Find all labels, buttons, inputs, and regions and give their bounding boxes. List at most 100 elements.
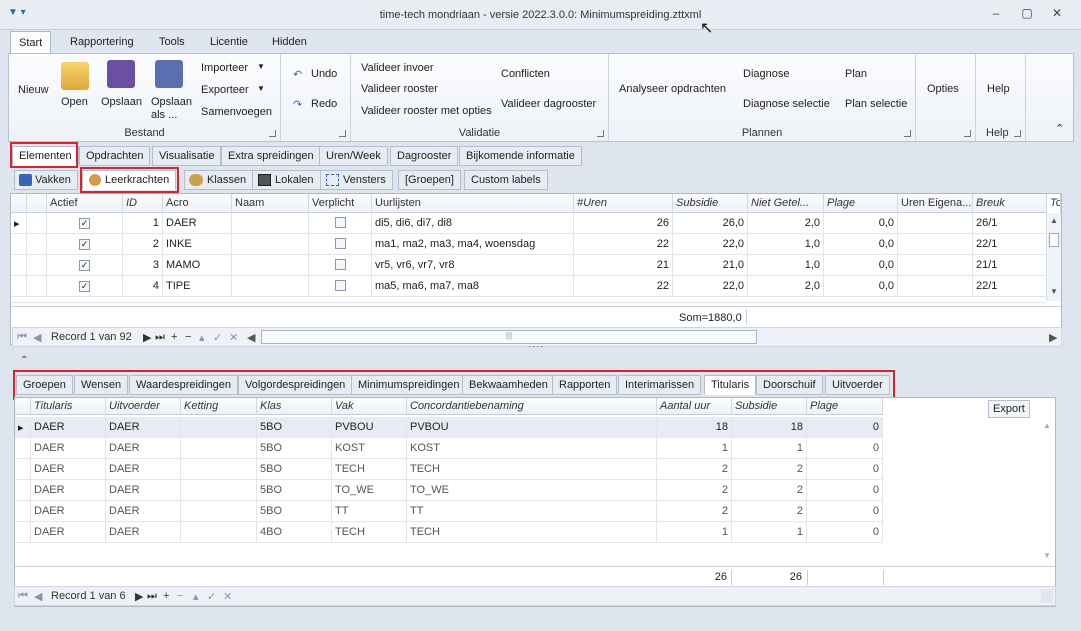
tab-rapporten[interactable]: Rapporten xyxy=(552,375,618,395)
confirm-icon[interactable]: ✓ xyxy=(207,590,216,603)
column-header[interactable]: Niet Getel... xyxy=(748,194,824,213)
tab-start[interactable]: Start xyxy=(10,31,52,54)
first-record-icon[interactable]: ⏮ xyxy=(18,590,28,603)
tab-custom-labels[interactable]: Custom labels xyxy=(464,170,548,190)
column-header[interactable]: Ketting xyxy=(181,398,257,415)
column-header[interactable]: ID xyxy=(123,194,163,213)
samenvoegen-button[interactable]: Samenvoegen xyxy=(201,106,272,118)
tab-lokalen[interactable]: Lokalen xyxy=(252,170,321,190)
scroll-thumb[interactable] xyxy=(1049,233,1059,247)
move-up-icon[interactable]: ▴ xyxy=(193,590,199,603)
checkbox[interactable] xyxy=(334,217,346,228)
open-button[interactable]: Open xyxy=(61,96,88,108)
tab-licentie[interactable]: Licentie xyxy=(202,34,256,53)
row-indicator[interactable] xyxy=(15,459,31,480)
opslaan-als-button[interactable]: Opslaan als ... xyxy=(151,96,197,122)
tab-tools[interactable]: Tools xyxy=(151,34,193,53)
scroll-up-icon[interactable]: ▲ xyxy=(1043,421,1051,430)
checkbox[interactable] xyxy=(334,280,346,291)
row-indicator[interactable]: ▸ xyxy=(15,417,31,438)
confirm-icon[interactable]: ✓ xyxy=(213,331,222,344)
tab-visualisatie[interactable]: Visualisatie xyxy=(152,146,222,166)
tab-groepen[interactable]: [Groepen] xyxy=(398,170,461,190)
checkbox[interactable]: ✓ xyxy=(79,260,90,271)
first-record-icon[interactable]: ⏮ xyxy=(17,331,27,344)
move-up-icon[interactable]: ▴ xyxy=(199,331,205,344)
column-header[interactable]: Aantal uur xyxy=(657,398,732,415)
tab-klassen[interactable]: Klassen xyxy=(184,170,254,190)
delete-record-icon[interactable]: − xyxy=(185,331,191,343)
launcher-icon[interactable] xyxy=(597,130,604,137)
export-button[interactable]: Export xyxy=(988,400,1030,418)
column-header[interactable]: Actief xyxy=(47,194,123,213)
column-header[interactable]: Plage xyxy=(807,398,883,415)
importeer-button[interactable]: Importeer xyxy=(201,62,248,74)
tab-leerkrachten[interactable]: Leerkrachten xyxy=(82,170,177,190)
column-header[interactable]: Plage xyxy=(824,194,898,213)
prev-record-icon[interactable]: ◀ xyxy=(33,331,41,344)
checkbox[interactable]: ✓ xyxy=(79,281,90,292)
last-record-icon[interactable]: ⏭ xyxy=(147,590,157,603)
nieuw-button[interactable]: Nieuw xyxy=(18,84,49,96)
diagnose-selectie-button[interactable]: Diagnose selectie xyxy=(743,98,830,110)
tab-volgordespreidingen[interactable]: Volgordespreidingen xyxy=(238,375,353,395)
table-row[interactable]: ✓ 2 INKE ma1, ma2, ma3, ma4, woensdag 22 22,0… xyxy=(11,234,1047,255)
launcher-icon[interactable] xyxy=(1014,130,1021,137)
column-header[interactable]: Uurlijsten xyxy=(372,194,574,213)
row-indicator[interactable] xyxy=(11,255,27,276)
plan-selectie-button[interactable]: Plan selectie xyxy=(845,98,907,110)
minimize-button[interactable]: – xyxy=(985,6,1007,24)
column-header[interactable]: Verplicht xyxy=(309,194,372,213)
tab-bekwaamheden[interactable]: Bekwaamheden xyxy=(462,375,555,395)
cell-verplicht[interactable] xyxy=(309,255,372,276)
conflicten-button[interactable]: Conflicten xyxy=(501,68,550,80)
table-row[interactable]: DAER DAER 4BO TECH TECH 1 1 0 xyxy=(15,522,883,543)
launcher-icon[interactable] xyxy=(964,130,971,137)
column-header[interactable]: Titularis xyxy=(31,398,106,415)
column-header[interactable]: Klas xyxy=(257,398,332,415)
tab-vensters[interactable]: Vensters xyxy=(320,170,393,190)
tab-groepen-detail[interactable]: Groepen xyxy=(16,375,73,395)
cell-actief[interactable]: ✓ xyxy=(47,213,123,234)
table-row[interactable]: ▸ ✓ 1 DAER di5, di6, di7, di8 26 26,0 2,0 0,0 26/… xyxy=(11,213,1047,234)
launcher-icon[interactable] xyxy=(339,130,346,137)
table-row[interactable]: ✓ 3 MAMO vr5, vr6, vr7, vr8 21 21,0 1,0 0,0 21/1 xyxy=(11,255,1047,276)
tab-elementen[interactable]: Elementen xyxy=(12,146,79,166)
diagnose-button[interactable]: Diagnose xyxy=(743,68,789,80)
vertical-scrollbar[interactable]: ▲ ▼ xyxy=(1046,213,1061,301)
analyseer-button[interactable]: Analyseer opdrachten xyxy=(619,83,726,95)
collapse-panel-icon[interactable]: ⌃ xyxy=(20,355,28,366)
column-header[interactable]: Breuk xyxy=(973,194,1047,213)
vertical-scrollbar[interactable]: ▲ ▼ xyxy=(1041,417,1055,563)
table-row[interactable]: DAER DAER 5BO KOST KOST 1 1 0 xyxy=(15,438,883,459)
next-record-icon[interactable]: ▶ xyxy=(135,590,143,603)
column-header[interactable]: Acro xyxy=(163,194,232,213)
checkbox[interactable]: ✓ xyxy=(79,218,90,229)
cell-actief[interactable]: ✓ xyxy=(47,255,123,276)
plan-button[interactable]: Plan xyxy=(845,68,867,80)
tab-wensen[interactable]: Wensen xyxy=(74,375,129,395)
tab-opdrachten[interactable]: Opdrachten xyxy=(79,146,151,166)
scroll-up-icon[interactable]: ▲ xyxy=(1050,216,1058,225)
table-row[interactable]: ▸ DAER DAER 5BO PVBOU PVBOU 18 18 0 xyxy=(15,417,883,438)
column-header[interactable]: Uitvoerder xyxy=(106,398,181,415)
tab-waardespreidingen[interactable]: Waardespreidingen xyxy=(129,375,238,395)
cell-actief[interactable]: ✓ xyxy=(47,276,123,297)
tab-doorschuif[interactable]: Doorschuif xyxy=(756,375,823,395)
tab-minimumspreidingen[interactable]: Minimumspreidingen xyxy=(351,375,467,395)
column-header[interactable]: Subsidie xyxy=(673,194,748,213)
row-indicator[interactable]: ▸ xyxy=(11,213,27,234)
scroll-down-icon[interactable]: ▼ xyxy=(1043,551,1051,560)
tab-interimarissen[interactable]: Interimarissen xyxy=(618,375,702,395)
row-indicator[interactable] xyxy=(11,234,27,255)
launcher-icon[interactable] xyxy=(904,130,911,137)
tab-titularis[interactable]: Titularis xyxy=(704,375,757,395)
tab-extra-spreidingen[interactable]: Extra spreidingen xyxy=(221,146,321,166)
horizontal-scroll-thumb[interactable]: ||| xyxy=(261,330,757,344)
tab-hidden[interactable]: Hidden xyxy=(264,34,315,53)
checkbox[interactable] xyxy=(334,238,346,249)
column-header[interactable]: #Uren xyxy=(574,194,673,213)
add-record-icon[interactable]: + xyxy=(171,331,177,343)
row-indicator[interactable] xyxy=(11,276,27,297)
valideer-rooster-button[interactable]: Valideer rooster xyxy=(361,83,438,95)
